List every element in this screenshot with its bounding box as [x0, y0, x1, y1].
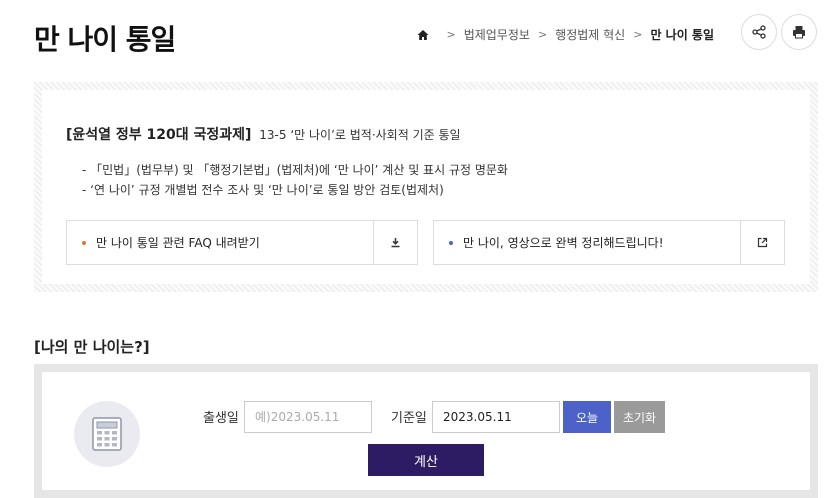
task-bullet-list: - 「민법」(법무부) 및 「행정기본법」(법제처)에 ‘만 나이’ 계산 및 …: [82, 160, 508, 200]
breadcrumb-item-admin-innovation[interactable]: 행정법제 혁신: [555, 26, 625, 43]
print-icon: [793, 26, 805, 39]
national-task-tag: [윤석열 정부 120대 국정과제]: [66, 127, 252, 143]
print-button[interactable]: [781, 14, 817, 50]
reset-button[interactable]: 초기화: [614, 401, 665, 433]
chevron-right-icon: >: [633, 28, 643, 41]
calculator-icon: [92, 417, 122, 451]
breadcrumb-current: 만 나이 통일: [650, 28, 714, 42]
video-link-label: 만 나이, 영상으로 완벽 정리해드립니다!: [463, 236, 664, 250]
birth-date-label: 출생일: [203, 411, 239, 426]
base-date-input[interactable]: [432, 401, 560, 433]
info-box: [윤석열 정부 120대 국정과제] 13-5 ‘만 나이’로 법적·사회적 기…: [34, 82, 818, 292]
age-calculator: 출생일 기준일 오늘 초기화 계산: [34, 364, 818, 498]
home-icon[interactable]: [416, 28, 430, 42]
bullet-dot: [449, 240, 453, 245]
video-link-card[interactable]: 만 나이, 영상으로 완벽 정리해드립니다!: [433, 220, 785, 265]
page-title: 만 나이 통일: [34, 23, 176, 56]
today-button[interactable]: 오늘: [563, 401, 611, 433]
video-link-button[interactable]: [740, 221, 784, 264]
faq-download-card[interactable]: 만 나이 통일 관련 FAQ 내려받기: [66, 220, 418, 265]
national-task-line: [윤석열 정부 120대 국정과제] 13-5 ‘만 나이’로 법적·사회적 기…: [66, 124, 461, 144]
download-icon: [391, 238, 400, 248]
faq-download-label: 만 나이 통일 관련 FAQ 내려받기: [96, 236, 260, 250]
bullet-dot: [82, 240, 86, 245]
breadcrumb-item-legal-info[interactable]: 법제업무정보: [464, 26, 530, 43]
base-date-label: 기준일: [391, 411, 427, 426]
calculate-button[interactable]: 계산: [368, 444, 484, 476]
share-button[interactable]: [741, 14, 777, 50]
breadcrumb: > 법제업무정보 > 행정법제 혁신 > 만 나이 통일: [416, 26, 714, 43]
info-box-inner: [윤석열 정부 120대 국정과제] 13-5 ‘만 나이’로 법적·사회적 기…: [42, 90, 810, 284]
task-bullet: - ‘연 나이’ 규정 개별법 전수 조사 및 ‘만 나이’로 통일 방안 검토…: [82, 183, 444, 197]
task-bullet: - 「민법」(법무부) 및 「행정기본법」(법제처)에 ‘만 나이’ 계산 및 …: [82, 163, 508, 177]
birth-date-input[interactable]: [244, 401, 372, 433]
age-calculator-inner: 출생일 기준일 오늘 초기화 계산: [42, 372, 810, 490]
chevron-right-icon: >: [446, 28, 456, 41]
age-calculator-title: [나의 만 나이는?]: [34, 338, 150, 356]
faq-download-button[interactable]: [373, 221, 417, 264]
external-link-icon: [757, 237, 768, 248]
national-task-description: 13-5 ‘만 나이’로 법적·사회적 기준 통일: [259, 128, 461, 142]
share-icon: [752, 25, 766, 39]
calculator-icon-badge: [74, 401, 140, 467]
chevron-right-icon: >: [537, 28, 548, 41]
